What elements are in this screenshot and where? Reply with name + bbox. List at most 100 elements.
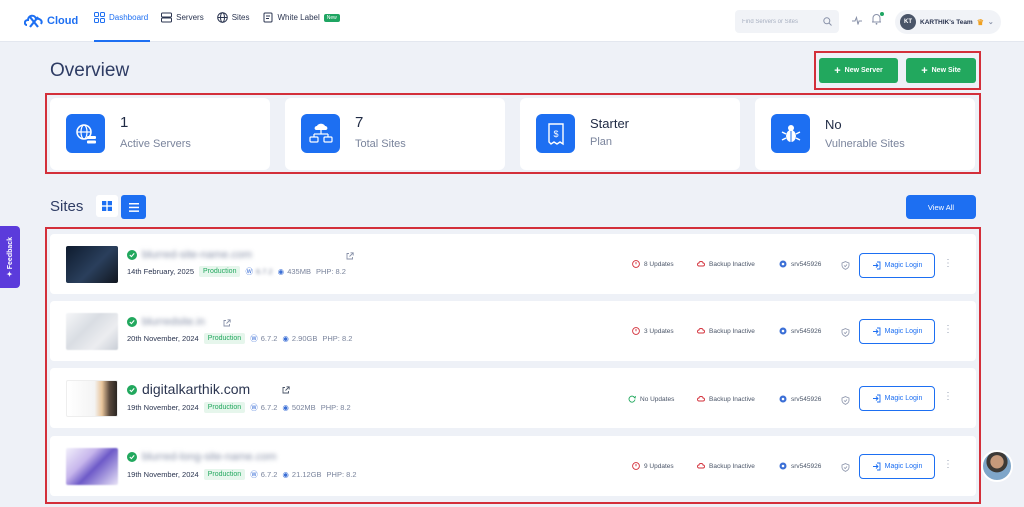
stat-label: Total Sites — [355, 138, 406, 150]
server-info[interactable]: srv545926 — [779, 260, 821, 268]
search-input[interactable] — [742, 18, 817, 25]
updates-status[interactable]: 8 Updates — [632, 260, 674, 268]
server-label: srv545926 — [791, 260, 822, 268]
site-name[interactable]: digitalkarthik.com — [142, 381, 250, 397]
support-chat-avatar[interactable] — [981, 450, 1013, 482]
site-row[interactable]: digitalkarthik.com 19th November, 2024 P… — [50, 368, 976, 428]
server-info[interactable]: srv545926 — [779, 327, 821, 335]
php-version: PHP: 8.2 — [326, 470, 357, 479]
team-name: KARTHIK's Team — [920, 18, 973, 26]
site-row[interactable]: blurredsite.in 20th November, 2024 Produ… — [50, 301, 976, 361]
stat-card-vulnerable-sites[interactable]: No Vulnerable Sites — [755, 98, 975, 170]
receipt-icon: $ — [536, 114, 575, 153]
active-nav-indicator — [94, 40, 150, 42]
login-icon — [872, 327, 881, 336]
magic-login-button[interactable]: Magic Login — [859, 319, 935, 344]
external-link-icon[interactable] — [282, 386, 290, 394]
server-info[interactable]: srv545926 — [779, 462, 821, 470]
shield-icon[interactable] — [841, 396, 850, 405]
logo[interactable]: Cloud — [24, 12, 78, 30]
external-link-icon[interactable] — [223, 319, 231, 327]
backup-status[interactable]: Backup Inactive — [697, 462, 755, 470]
site-row[interactable]: blurred-long-site-name.com 19th November… — [50, 436, 976, 496]
nav-sites[interactable]: Sites — [216, 12, 250, 23]
updates-label: 3 Updates — [644, 327, 674, 335]
activity-icon[interactable] — [852, 16, 862, 26]
site-thumbnail[interactable] — [66, 448, 118, 485]
updates-status[interactable]: 3 Updates — [632, 327, 674, 335]
stat-card-total-sites[interactable]: 7 Total Sites — [285, 98, 505, 170]
team-switcher[interactable]: KT KARTHIK's Team ♛ ⌄ — [895, 10, 1001, 34]
more-options-icon[interactable]: ⋮ — [943, 391, 953, 402]
top-bar: Cloud Dashboard Servers Sites White Labe… — [0, 0, 1024, 42]
stat-card-active-servers[interactable]: 1 Active Servers — [50, 98, 270, 170]
nav-servers[interactable]: Servers — [161, 12, 204, 23]
server-info[interactable]: srv545926 — [779, 395, 821, 403]
disk-size-value: 2.90GB — [291, 334, 318, 343]
search-box[interactable] — [735, 10, 839, 33]
backup-icon — [697, 396, 705, 402]
feedback-label: ✦ Feedback — [7, 236, 15, 278]
server-icon — [161, 12, 173, 23]
site-name[interactable]: blurred-site-name.com — [142, 249, 252, 261]
stat-label: Active Servers — [120, 138, 191, 150]
bug-icon — [771, 114, 810, 153]
wordpress-version-value: 6.7.2 — [260, 470, 278, 479]
updates-ok-icon — [628, 395, 636, 403]
backup-status[interactable]: Backup Inactive — [697, 327, 755, 335]
site-thumbnail[interactable] — [66, 380, 118, 417]
login-icon — [872, 261, 881, 270]
stat-value: 1 — [120, 114, 129, 131]
shield-icon[interactable] — [841, 463, 850, 472]
more-options-icon[interactable]: ⋮ — [943, 459, 953, 470]
site-thumbnail[interactable] — [66, 313, 118, 350]
list-view-button[interactable] — [121, 195, 146, 219]
updates-label: No Updates — [640, 395, 675, 403]
backup-icon — [697, 261, 705, 267]
updates-status[interactable]: 9 Updates — [632, 462, 674, 470]
wordpress-version: Ⓦ 6.7.2 — [250, 402, 277, 413]
external-link-icon[interactable] — [346, 252, 354, 260]
dashboard-icon — [94, 12, 105, 23]
new-server-button[interactable]: + New Server — [819, 58, 898, 83]
wordpress-icon: Ⓦ — [250, 403, 258, 412]
nav-white-label[interactable]: White Label New — [263, 12, 340, 23]
magic-login-button[interactable]: Magic Login — [859, 454, 935, 479]
stat-card-plan[interactable]: $ Starter Plan — [520, 98, 740, 170]
more-options-icon[interactable]: ⋮ — [943, 258, 953, 269]
stat-value: 7 — [355, 114, 364, 131]
magic-login-label: Magic Login — [884, 262, 923, 269]
site-name[interactable]: blurred-long-site-name.com — [142, 451, 277, 463]
magic-login-button[interactable]: Magic Login — [859, 253, 935, 278]
view-all-button[interactable]: View All — [906, 195, 976, 219]
backup-status[interactable]: Backup Inactive — [697, 395, 755, 403]
globe-icon — [216, 12, 228, 23]
site-date: 19th November, 2024 — [127, 403, 199, 412]
new-server-label: New Server — [844, 67, 883, 74]
new-site-button[interactable]: + New Site — [906, 58, 976, 83]
backup-icon — [697, 463, 705, 469]
magic-login-button[interactable]: Magic Login — [859, 386, 935, 411]
status-check-icon — [127, 385, 137, 395]
grid-view-button[interactable] — [96, 195, 118, 217]
disk-size-value: 21.12GB — [291, 470, 322, 479]
nav-dashboard-label: Dashboard — [109, 13, 149, 22]
more-options-icon[interactable]: ⋮ — [943, 324, 953, 335]
magic-login-label: Magic Login — [884, 328, 923, 335]
grid-icon — [102, 201, 112, 211]
shield-icon[interactable] — [841, 328, 850, 337]
shield-icon[interactable] — [841, 261, 850, 270]
disk-size-value: 435MB — [287, 267, 311, 276]
database-icon: ◉ — [282, 403, 289, 412]
wordpress-version: Ⓦ 6.7.2 — [245, 266, 272, 277]
login-icon — [872, 462, 881, 471]
wordpress-version-value: 6.7.2 — [260, 334, 278, 343]
backup-status[interactable]: Backup Inactive — [697, 260, 755, 268]
site-thumbnail[interactable] — [66, 246, 118, 283]
feedback-tab[interactable]: ✦ Feedback — [0, 226, 20, 288]
site-name[interactable]: blurredsite.in — [142, 316, 205, 328]
updates-status[interactable]: No Updates — [628, 395, 674, 403]
white-label-icon — [263, 12, 272, 23]
nav-dashboard[interactable]: Dashboard — [94, 12, 148, 23]
site-row[interactable]: blurred-site-name.com 14th February, 202… — [50, 234, 976, 294]
